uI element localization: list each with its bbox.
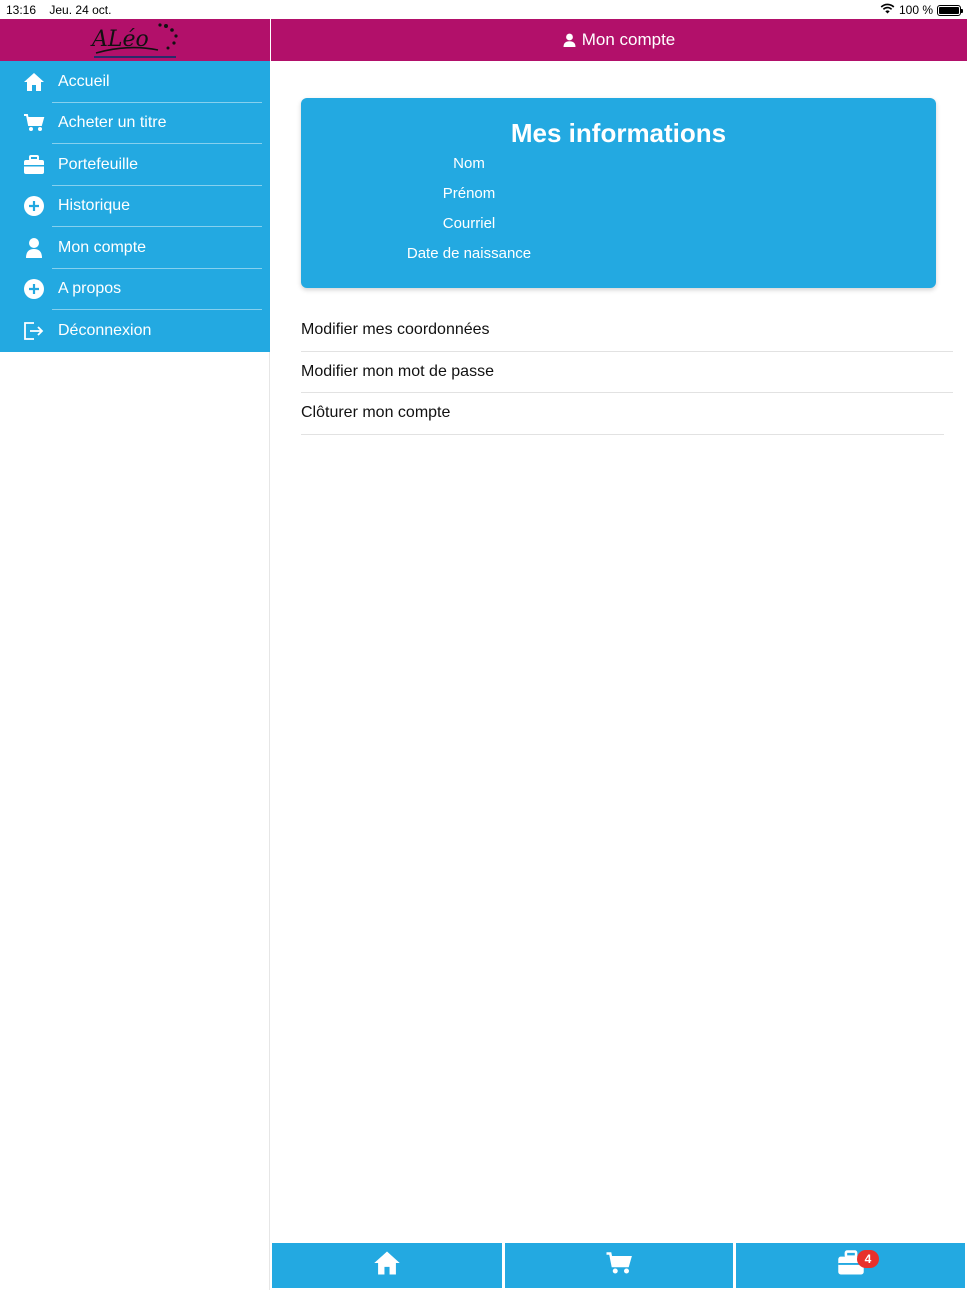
account-actions: Modifier mes coordonnées Modifier mon mo… xyxy=(301,310,953,435)
status-date: Jeu. 24 oct. xyxy=(49,3,112,17)
status-time: 13:16 xyxy=(6,3,37,17)
tab-home[interactable] xyxy=(272,1243,502,1288)
field-date-de-naissance: Date de naissance xyxy=(406,245,532,262)
sidebar: Accueil Acheter un titre Portefeuille Hi… xyxy=(0,61,270,1290)
status-left: 13:16 Jeu. 24 oct. xyxy=(6,3,111,17)
sidebar-item-accueil[interactable]: Accueil xyxy=(0,61,270,103)
sidebar-item-mon-compte[interactable]: Mon compte xyxy=(0,227,270,269)
sidebar-item-acheter-un-titre[interactable]: Acheter un titre xyxy=(0,103,270,145)
user-icon xyxy=(563,33,576,47)
logout-icon xyxy=(22,319,46,343)
main-content: Mes informations Nom Prénom Courriel Dat… xyxy=(271,61,967,1243)
info-card-title: Mes informations xyxy=(510,118,727,148)
field-courriel: Courriel xyxy=(442,215,496,232)
plus-circle-icon xyxy=(22,277,46,301)
wifi-icon xyxy=(880,3,895,17)
user-icon xyxy=(22,236,46,260)
wallet-badge: 4 xyxy=(857,1250,879,1268)
cart-icon xyxy=(22,111,46,135)
home-icon xyxy=(22,70,46,94)
close-account-link[interactable]: Clôturer mon compte xyxy=(301,393,944,435)
sidebar-item-label: A propos xyxy=(58,280,122,298)
home-icon xyxy=(373,1250,401,1281)
change-password-link[interactable]: Modifier mon mot de passe xyxy=(301,352,953,393)
sidebar-item-portefeuille[interactable]: Portefeuille xyxy=(0,144,270,186)
edit-details-link[interactable]: Modifier mes coordonnées xyxy=(301,310,953,352)
aleo-logo[interactable]: ALéo xyxy=(88,20,182,60)
field-prenom: Prénom xyxy=(442,185,496,202)
sidebar-item-label: Portefeuille xyxy=(58,155,139,173)
sidebar-item-label: Historique xyxy=(58,197,131,215)
sidebar-item-label: Accueil xyxy=(58,72,110,90)
battery-icon xyxy=(937,4,963,16)
sidebar-item-label: Acheter un titre xyxy=(58,114,167,132)
status-bar: 13:16 Jeu. 24 oct. 100 % xyxy=(0,0,967,19)
sidebar-item-label: Déconnexion xyxy=(58,321,152,339)
header-logo-area: ALéo xyxy=(0,19,270,61)
header-bar: Mon compte xyxy=(271,19,967,61)
plus-circle-icon xyxy=(22,194,46,218)
field-nom: Nom xyxy=(453,155,485,172)
tab-cart[interactable] xyxy=(505,1243,733,1288)
cart-icon xyxy=(605,1251,633,1281)
info-card: Mes informations Nom Prénom Courriel Dat… xyxy=(301,98,936,288)
bottom-tab-bar: 4 xyxy=(271,1243,967,1290)
page-title: Mon compte xyxy=(581,30,676,49)
sidebar-item-deconnexion[interactable]: Déconnexion xyxy=(0,310,270,352)
app-root: 13:16 Jeu. 24 oct. 100 % ALéo Mon compte… xyxy=(0,0,967,1290)
tab-wallet[interactable]: 4 xyxy=(736,1243,965,1288)
sidebar-item-a-propos[interactable]: A propos xyxy=(0,269,270,311)
wallet-icon xyxy=(22,153,46,177)
battery-fill xyxy=(939,6,959,14)
status-right: 100 % xyxy=(880,3,963,17)
sidebar-item-historique[interactable]: Historique xyxy=(0,186,270,228)
battery-text: 100 % xyxy=(898,3,933,17)
sidebar-item-label: Mon compte xyxy=(58,238,147,256)
sidebar-menu: Accueil Acheter un titre Portefeuille Hi… xyxy=(0,61,270,352)
